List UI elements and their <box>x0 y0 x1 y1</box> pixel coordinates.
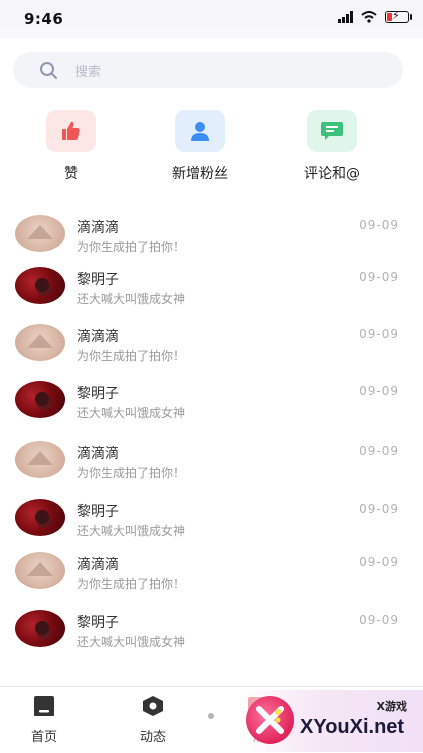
message-sender: 黎明子 <box>77 615 119 631</box>
watermark-small-text: X游戏 <box>376 700 407 713</box>
watermark: X游戏 XYouXi.net <box>242 690 423 752</box>
message-preview: 为你生成拍了拍你！ <box>77 240 186 254</box>
message-preview: 还大喊大叫饿成女神 <box>77 635 186 649</box>
new-followers-label: 新增粉丝 <box>172 166 228 182</box>
battery-icon: ⚡ <box>385 9 412 23</box>
avatar <box>15 552 65 589</box>
message-preview: 还大喊大叫饿成女神 <box>77 406 186 420</box>
message-sender: 滴滴滴 <box>77 220 119 236</box>
signal-icon <box>338 11 353 23</box>
status-time: 9:46 <box>24 10 64 28</box>
message-row[interactable]: 滴滴滴 为你生成拍了拍你！ 09-09 <box>0 313 423 370</box>
quick-actions: 赞 新增粉丝 评论和@ <box>0 110 423 186</box>
thumbs-up-icon <box>46 110 96 152</box>
message-sender: 滴滴滴 <box>77 329 119 345</box>
message-date: 09-09 <box>359 270 399 284</box>
message-date: 09-09 <box>359 555 399 569</box>
likes-label: 赞 <box>64 166 78 182</box>
message-preview: 为你生成拍了拍你！ <box>77 577 186 591</box>
person-icon <box>175 110 225 152</box>
tab-home-label: 首页 <box>30 730 57 745</box>
status-icons: ⚡ <box>338 9 412 23</box>
avatar <box>15 324 65 361</box>
avatar <box>15 441 65 478</box>
wifi-icon <box>361 11 377 23</box>
message-list: 滴滴滴 为你生成拍了拍你！ 09-09 黎明子 还大喊大叫饿成女神 09-09 … <box>0 204 423 657</box>
message-date: 09-09 <box>359 327 399 341</box>
tab-home[interactable]: 首页 <box>9 695 79 745</box>
message-date: 09-09 <box>359 218 399 232</box>
message-row[interactable]: 黎明子 还大喊大叫饿成女神 09-09 <box>0 370 423 430</box>
gamepad-logo-icon <box>246 696 294 744</box>
message-date: 09-09 <box>359 613 399 627</box>
message-row[interactable]: 黎明子 还大喊大叫饿成女神 09-09 <box>0 599 423 657</box>
message-row[interactable]: 滴滴滴 为你生成拍了拍你！ 09-09 <box>0 541 423 599</box>
unread-dot <box>208 713 214 719</box>
comments-mentions-button[interactable]: 评论和@ <box>272 110 392 183</box>
message-preview: 为你生成拍了拍你！ <box>77 349 186 363</box>
message-sender: 黎明子 <box>77 272 119 288</box>
message-row[interactable]: 黎明子 还大喊大叫饿成女神 09-09 <box>0 256 423 313</box>
message-preview: 为你生成拍了拍你！ <box>77 466 186 480</box>
message-row[interactable]: 滴滴滴 为你生成拍了拍你！ 09-09 <box>0 430 423 488</box>
search-input[interactable]: 搜索 <box>13 52 403 88</box>
avatar <box>15 267 65 304</box>
message-preview: 还大喊大叫饿成女神 <box>77 292 186 306</box>
message-row[interactable]: 黎明子 还大喊大叫饿成女神 09-09 <box>0 488 423 541</box>
comments-mentions-label: 评论和@ <box>304 166 360 182</box>
message-date: 09-09 <box>359 444 399 458</box>
chat-icon <box>307 110 357 152</box>
status-bar: 9:46 ⚡ <box>0 0 423 38</box>
message-sender: 滴滴滴 <box>77 446 119 462</box>
message-row[interactable]: 滴滴滴 为你生成拍了拍你！ 09-09 <box>0 204 423 256</box>
message-preview: 还大喊大叫饿成女神 <box>77 524 186 538</box>
avatar <box>15 499 65 536</box>
tab-feed[interactable]: 动态 <box>118 695 188 745</box>
avatar <box>15 610 65 647</box>
tab-feed-label: 动态 <box>139 730 166 745</box>
message-sender: 黎明子 <box>77 504 119 520</box>
message-date: 09-09 <box>359 384 399 398</box>
message-date: 09-09 <box>359 502 399 516</box>
watermark-text: XYouXi.net <box>300 716 405 738</box>
message-sender: 黎明子 <box>77 386 119 402</box>
new-followers-button[interactable]: 新增粉丝 <box>140 110 260 183</box>
avatar <box>15 381 65 418</box>
search-icon <box>40 62 57 79</box>
home-icon <box>34 696 54 716</box>
search-placeholder: 搜索 <box>75 65 102 80</box>
likes-button[interactable]: 赞 <box>11 110 131 183</box>
hexagon-icon <box>143 696 163 716</box>
message-sender: 滴滴滴 <box>77 557 119 573</box>
avatar <box>15 215 65 252</box>
